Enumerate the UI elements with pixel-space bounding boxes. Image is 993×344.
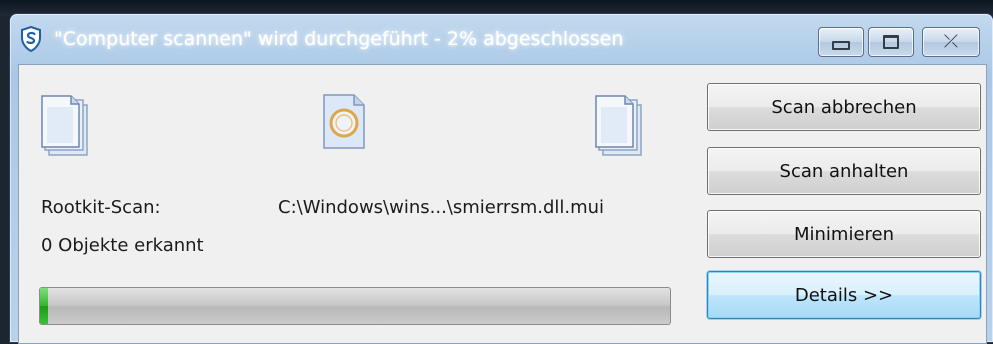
current-file-path: C:\Windows\wins...\smierrsm.dll.mui <box>278 197 605 218</box>
close-window-button[interactable]: ⤫ <box>922 27 980 57</box>
scan-type-label: Rootkit-Scan: <box>41 197 161 218</box>
scan-progress-fill <box>40 288 48 324</box>
pause-scan-button[interactable]: Scan anhalten <box>707 147 981 195</box>
maximize-window-button[interactable] <box>868 27 914 57</box>
file-scanning-icon <box>322 93 368 155</box>
maximize-icon <box>883 35 899 49</box>
scan-panel: Rootkit-Scan: C:\Windows\wins...\smierrs… <box>18 64 987 344</box>
scan-progress-bar <box>39 287 671 325</box>
documents-icon <box>595 95 645 165</box>
minimize-window-button[interactable] <box>818 27 864 57</box>
details-button[interactable]: Details >> <box>707 271 981 319</box>
detected-objects-count: 0 Objekte erkannt <box>41 235 204 256</box>
documents-icon <box>41 95 91 165</box>
scan-progress-window: "Computer scannen" wird durchgeführt - 2… <box>10 14 993 344</box>
shield-s-icon <box>20 25 42 53</box>
cancel-scan-button[interactable]: Scan abbrechen <box>707 83 981 131</box>
close-icon: ⤫ <box>943 31 959 52</box>
minimize-icon <box>832 40 850 50</box>
minimize-button[interactable]: Minimieren <box>707 210 981 258</box>
title-bar[interactable]: "Computer scannen" wird durchgeführt - 2… <box>10 14 993 64</box>
window-title: "Computer scannen" wird durchgeführt - 2… <box>54 28 624 50</box>
